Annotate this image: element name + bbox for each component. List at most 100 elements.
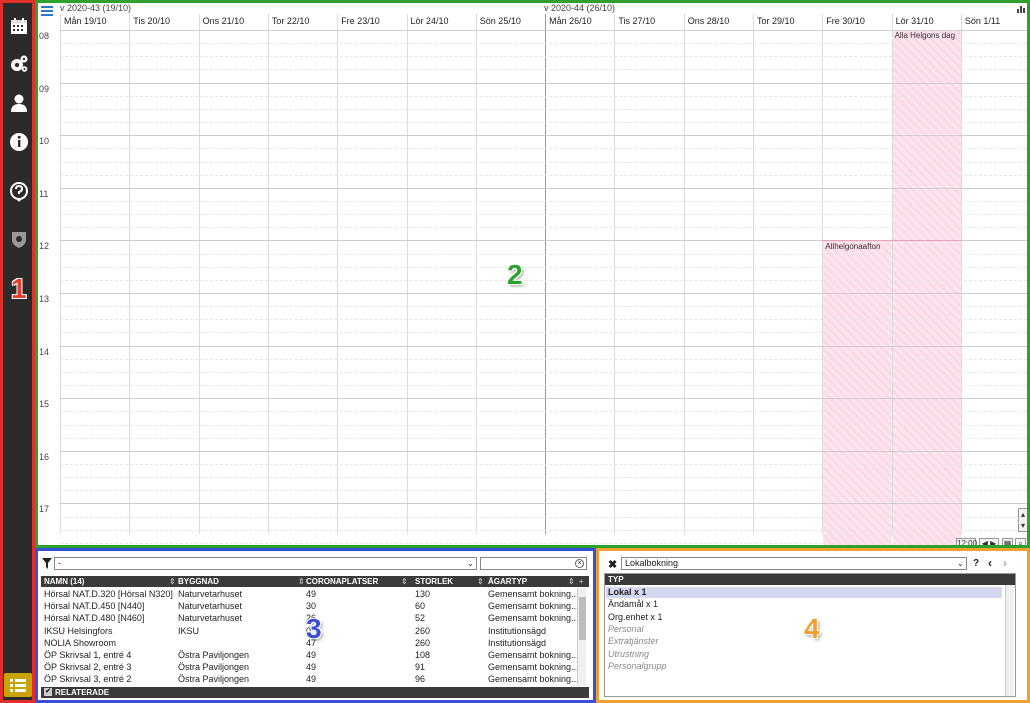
- hour-label: 09: [39, 83, 50, 94]
- chevron-down-icon: ⌄: [467, 559, 474, 568]
- col-size[interactable]: STORLEK: [415, 576, 453, 587]
- quarter-line: [60, 161, 1027, 163]
- holiday-block[interactable]: [823, 240, 892, 545]
- quarter-line: [60, 266, 1027, 268]
- quarter-line: [60, 332, 1027, 334]
- help-icon[interactable]: [8, 181, 30, 203]
- panel-marker-1: 1: [11, 273, 27, 304]
- bar-chart-icon[interactable]: [1017, 4, 1025, 13]
- table-cell: Östra Paviljongen: [178, 662, 250, 673]
- zoom-icon[interactable]: ⌕: [1015, 538, 1026, 545]
- col-corona-seats[interactable]: CORONAPLATSER: [306, 576, 378, 587]
- help-icon[interactable]: ?: [973, 558, 979, 569]
- next-icon[interactable]: ›: [1003, 556, 1007, 570]
- list-scrollbar[interactable]: [577, 588, 586, 686]
- calendar-small-icon[interactable]: ▦: [1002, 538, 1013, 545]
- hour-line: [60, 450, 1027, 452]
- quarter-line: [60, 319, 1027, 321]
- day-header[interactable]: Ons 21/10: [198, 14, 268, 28]
- panel-marker-4: 4: [804, 613, 820, 644]
- col-name[interactable]: NAMN (14): [44, 576, 84, 587]
- calendar-icon[interactable]: [8, 15, 30, 37]
- quarter-line: [60, 463, 1027, 465]
- hour-line: [60, 187, 1027, 189]
- table-cell: 130: [415, 589, 431, 599]
- day-header[interactable]: Sön 1/11: [960, 14, 1027, 28]
- day-header[interactable]: Sön 25/10: [475, 14, 545, 28]
- panel-marker-3: 3: [306, 613, 322, 644]
- quarter-line: [60, 200, 1027, 202]
- sort-icon[interactable]: ⇕: [477, 576, 484, 587]
- table-cell: Institutionsägd: [488, 637, 547, 648]
- day-header[interactable]: Fre 23/10: [337, 14, 406, 28]
- search-input[interactable]: [480, 557, 587, 570]
- filter-icon[interactable]: [42, 558, 52, 569]
- sort-icon[interactable]: ⇕: [169, 576, 176, 587]
- quarter-line: [60, 148, 1027, 150]
- day-header[interactable]: Ons 28/10: [683, 14, 753, 28]
- quarter-line: [60, 490, 1027, 492]
- holiday-block[interactable]: [892, 30, 961, 545]
- sort-icon[interactable]: ⇕: [298, 576, 305, 587]
- type-item[interactable]: Lokal x 1: [606, 587, 1002, 598]
- event-label[interactable]: Allhelgonaafton: [825, 242, 880, 251]
- hour-line: [60, 82, 1027, 84]
- gears-icon[interactable]: [8, 53, 30, 75]
- table-cell: Naturvetarhuset: [178, 613, 243, 624]
- day-header[interactable]: Tis 20/10: [129, 14, 198, 28]
- quarter-line: [60, 108, 1027, 110]
- quarter-line: [60, 542, 1027, 544]
- table-cell: Gemensamt bokning...: [488, 601, 578, 612]
- table-cell: Gemensamt bokning...: [488, 589, 578, 599]
- day-header[interactable]: Tis 27/10: [614, 14, 683, 28]
- table-cell: ÖP Skrivsal 3, entré 2: [44, 674, 132, 685]
- col-owner-type[interactable]: ÄGARTYP: [488, 576, 527, 587]
- clear-search-icon[interactable]: ×: [575, 559, 584, 568]
- hour-label: 12: [39, 241, 50, 252]
- sort-icon[interactable]: ⇕: [568, 576, 575, 587]
- time-control[interactable]: 12:00: [956, 538, 977, 545]
- type-item[interactable]: Utrustning: [606, 649, 1002, 660]
- table-cell: Gemensamt bokning...: [488, 674, 578, 685]
- scroll-arrows[interactable]: ▴ ▾: [1018, 508, 1027, 532]
- day-column-divider: [60, 14, 61, 534]
- day-header[interactable]: Mån 19/10: [60, 14, 129, 28]
- add-column-icon[interactable]: +: [579, 576, 584, 587]
- close-icon[interactable]: ✖: [608, 558, 617, 571]
- prev-icon[interactable]: ‹: [988, 556, 992, 570]
- shield-icon[interactable]: [8, 228, 30, 250]
- prev-next-buttons[interactable]: ◀ ▶: [979, 538, 999, 545]
- table-cell: Institutionsägd: [488, 625, 547, 636]
- table-row[interactable]: Hörsal NAT.D.320 [Hörsal N320] Naturvetar…: [41, 588, 578, 600]
- day-header[interactable]: Tor 22/10: [267, 14, 337, 28]
- table-cell: Naturvetarhuset: [178, 589, 243, 599]
- type-item[interactable]: Ändamål x 1: [606, 599, 1002, 610]
- day-header[interactable]: Lör 24/10: [406, 14, 476, 28]
- type-item[interactable]: Personalgrupp: [606, 661, 1002, 672]
- related-checkbox[interactable]: ✔: [44, 688, 52, 696]
- table-cell: Hörsal NAT.D.450 [N440]: [44, 601, 145, 612]
- quarter-line: [60, 214, 1027, 216]
- col-building[interactable]: BYGGNAD: [178, 576, 219, 587]
- week-label: v 2020-44 (26/10): [544, 3, 616, 13]
- user-icon[interactable]: [8, 92, 30, 114]
- sort-icon[interactable]: ⇕: [401, 576, 408, 587]
- table-cell: 49: [306, 662, 317, 673]
- event-label[interactable]: Alla Helgons dag: [895, 31, 955, 40]
- detail-scrollbar[interactable]: [1005, 585, 1014, 696]
- day-header[interactable]: Fre 30/10: [822, 14, 891, 28]
- day-column-divider: [683, 14, 685, 534]
- filter-select[interactable]: -: [54, 557, 477, 570]
- day-header[interactable]: Tor 29/10: [753, 14, 822, 28]
- table-row[interactable]: ÖP Skrivsal 1, entré 4 Östra Paviljongen 4…: [41, 649, 578, 661]
- booking-type-select[interactable]: Lokalbokning: [621, 557, 967, 570]
- table-row[interactable]: ÖP Skrivsal 3, entré 2 Östra Paviljongen 4…: [41, 673, 578, 685]
- table-row[interactable]: Hörsal NAT.D.450 [N440] Naturvetarhuset 30…: [41, 600, 578, 612]
- day-header[interactable]: Mån 26/10: [545, 14, 614, 28]
- quarter-line: [60, 43, 1027, 45]
- menu-icon[interactable]: [40, 5, 54, 17]
- day-header[interactable]: Lör 31/10: [891, 14, 961, 28]
- list-icon[interactable]: [4, 673, 32, 697]
- table-row[interactable]: ÖP Skrivsal 2, entré 3 Östra Paviljongen 4…: [41, 661, 578, 673]
- info-icon[interactable]: [8, 131, 30, 153]
